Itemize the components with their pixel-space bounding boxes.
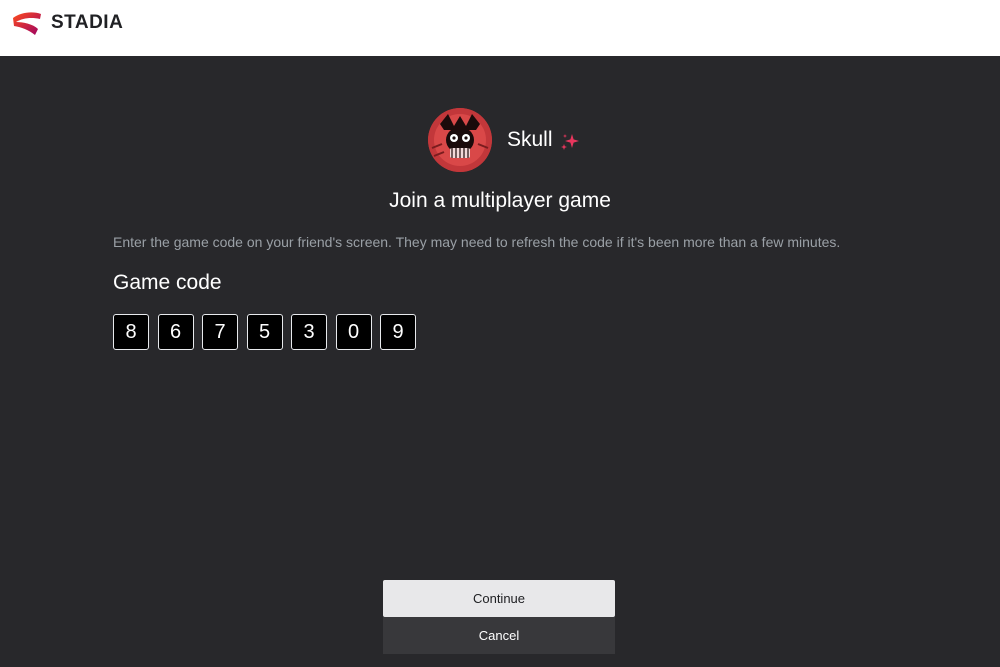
player-name: Skull — [507, 128, 553, 151]
code-digit-1[interactable]: 8 — [113, 314, 149, 350]
game-code-input[interactable]: 8 6 7 5 3 0 9 — [113, 314, 425, 350]
top-bar: STADIA — [0, 0, 1000, 56]
instructions-text: Enter the game code on your friend's scr… — [113, 234, 841, 250]
brand-name: STADIA — [51, 12, 124, 33]
code-digit-3[interactable]: 7 — [202, 314, 238, 350]
code-digit-4[interactable]: 5 — [246, 314, 283, 350]
code-digit-5[interactable]: 3 — [291, 314, 327, 350]
game-code-label: Game code — [113, 271, 222, 294]
player-info: Skull — [428, 108, 581, 172]
code-digit-7[interactable]: 9 — [380, 314, 416, 350]
page-title: Join a multiplayer game — [389, 189, 611, 212]
code-digit-6[interactable]: 0 — [335, 314, 372, 350]
cancel-button[interactable]: Cancel — [383, 617, 615, 654]
stadia-logo-icon — [13, 12, 41, 36]
stadia-logo[interactable]: STADIA — [11, 10, 123, 36]
continue-button[interactable]: Continue — [383, 580, 615, 617]
join-game-panel: Skull Join a multiplayer game Enter the … — [0, 56, 1000, 667]
sparkle-icon — [560, 134, 579, 150]
skull-avatar-icon — [428, 108, 492, 172]
code-digit-2[interactable]: 6 — [157, 314, 194, 350]
